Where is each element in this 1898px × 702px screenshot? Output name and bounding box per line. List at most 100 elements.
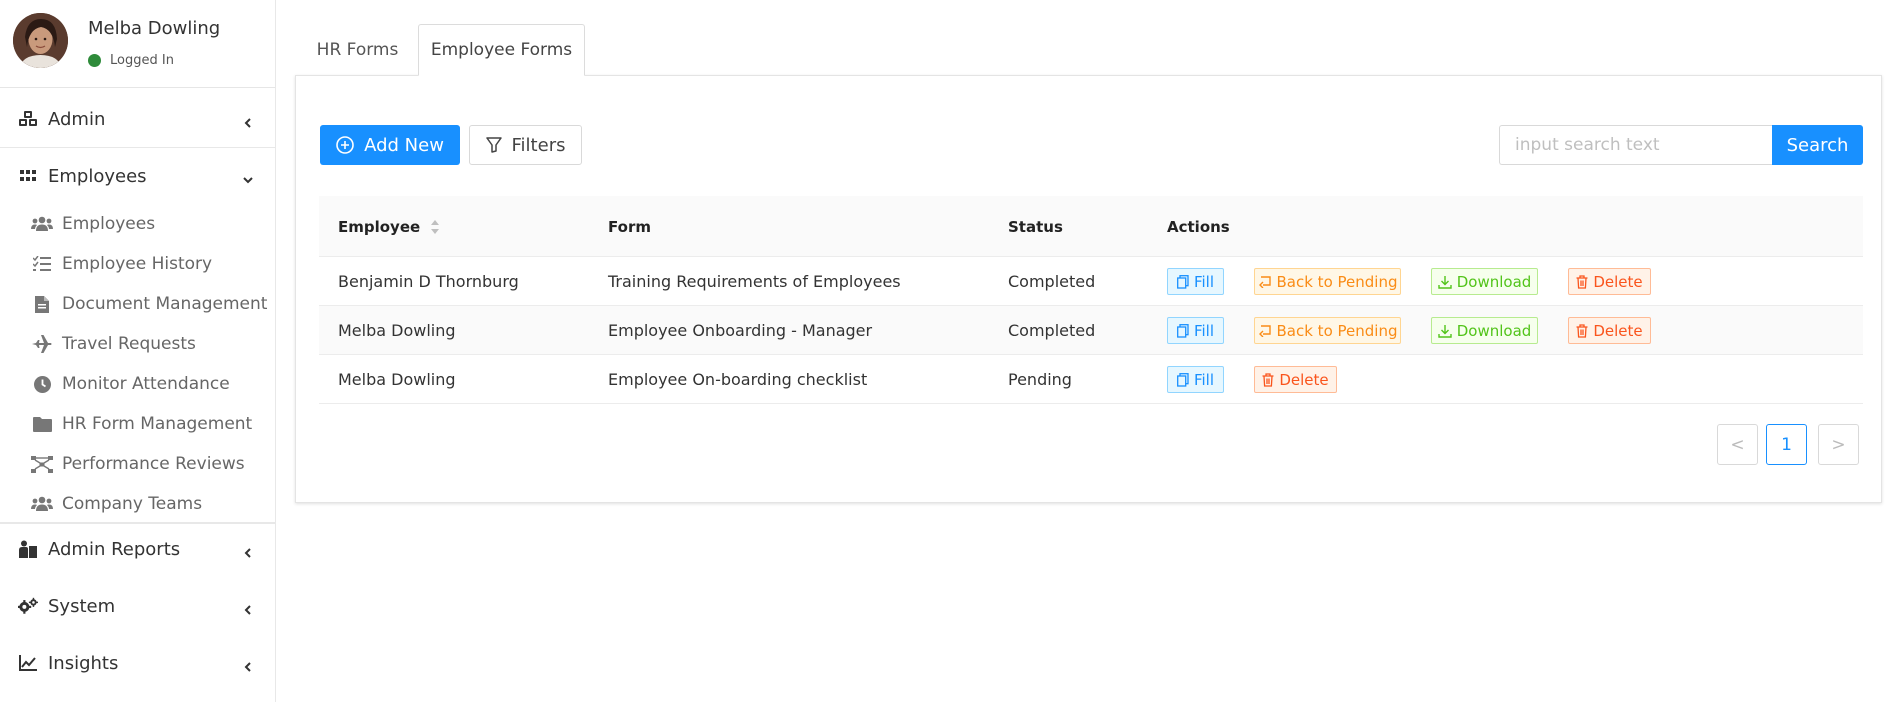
sidebar: Melba Dowling Logged In Admin Employees …	[0, 0, 276, 702]
user-status-label: Logged In	[110, 53, 174, 68]
sidebar-item-employees[interactable]: Employees	[0, 148, 276, 204]
delete-label: Delete	[1593, 272, 1643, 291]
cell-employee: Benjamin D Thornburg	[338, 272, 519, 291]
fill-button[interactable]: Fill	[1167, 317, 1224, 344]
tab-hr-forms[interactable]: HR Forms	[295, 24, 420, 76]
clock-icon	[31, 374, 53, 394]
network-icon	[31, 454, 53, 474]
table-row: Melba Dowling Employee On-boarding check…	[319, 355, 1863, 404]
sidebar-subitem-label: Performance Reviews	[62, 454, 245, 474]
tab-label: HR Forms	[316, 40, 399, 60]
sidebar-subitem-hr-form-management[interactable]: HR Form Management	[0, 406, 276, 442]
fill-button[interactable]: Fill	[1167, 366, 1224, 393]
chevron-left-icon	[242, 113, 254, 128]
add-new-button[interactable]: Add New	[320, 125, 460, 165]
column-header-actions: Actions	[1167, 217, 1230, 236]
user-panel: Melba Dowling Logged In	[0, 0, 275, 88]
pagination-prev-button[interactable]: <	[1717, 424, 1758, 465]
sidebar-item-label: Employees	[48, 165, 147, 187]
pagination-next-button[interactable]: >	[1818, 424, 1859, 465]
download-label: Download	[1456, 321, 1532, 340]
search-button[interactable]: Search	[1772, 125, 1863, 165]
sidebar-item-admin-reports[interactable]: Admin Reports	[0, 521, 276, 577]
tab-employee-forms[interactable]: Employee Forms	[418, 24, 585, 76]
trash-icon	[1262, 372, 1274, 387]
search-label: Search	[1786, 134, 1849, 156]
sidebar-subitem-document-management[interactable]: Document Management	[0, 286, 276, 322]
chevron-left-icon	[242, 657, 254, 672]
sidebar-subitem-employee-history[interactable]: Employee History	[0, 246, 276, 282]
rollback-icon	[1258, 275, 1272, 288]
download-label: Download	[1456, 272, 1532, 291]
chevron-left-icon	[242, 600, 254, 615]
sidebar-item-admin[interactable]: Admin	[0, 91, 276, 147]
filters-button[interactable]: Filters	[469, 125, 582, 165]
file-icon	[31, 294, 53, 314]
download-button[interactable]: Download	[1431, 317, 1538, 344]
rollback-icon	[1258, 324, 1272, 337]
cell-form: Training Requirements of Employees	[608, 272, 901, 291]
fill-label: Fill	[1193, 272, 1215, 291]
sidebar-subitem-label: Document Management	[62, 294, 268, 314]
list-check-icon	[31, 254, 53, 274]
cell-status: Completed	[1008, 321, 1096, 340]
grid-icon	[18, 166, 38, 186]
sidebar-subitem-employees[interactable]: Employees	[0, 206, 276, 242]
sidebar-subitem-company-teams[interactable]: Company Teams	[0, 486, 276, 522]
reports-icon	[18, 539, 38, 559]
pagination-page-1[interactable]: 1	[1766, 424, 1807, 465]
back-to-pending-button[interactable]: Back to Pending	[1254, 317, 1401, 344]
download-icon	[1438, 324, 1452, 338]
plus-circle-icon	[336, 136, 354, 154]
delete-label: Delete	[1593, 321, 1643, 340]
filters-label: Filters	[511, 134, 566, 156]
filter-icon	[485, 137, 502, 153]
sidebar-item-label: System	[48, 595, 116, 617]
gears-icon	[18, 596, 38, 616]
sidebar-item-system[interactable]: System	[0, 578, 276, 634]
sidebar-subitem-label: Employees	[62, 214, 156, 234]
delete-button[interactable]: Delete	[1568, 268, 1651, 295]
search-input[interactable]	[1499, 125, 1773, 165]
sidebar-subitem-label: HR Form Management	[62, 414, 253, 434]
sidebar-subitem-label: Company Teams	[62, 494, 203, 514]
avatar[interactable]	[13, 13, 68, 68]
copy-icon	[1177, 372, 1189, 387]
trash-icon	[1576, 274, 1588, 289]
copy-icon	[1177, 274, 1189, 289]
app-root: Melba Dowling Logged In Admin Employees …	[0, 0, 1898, 702]
delete-button[interactable]: Delete	[1568, 317, 1651, 344]
column-header-employee[interactable]: Employee	[338, 196, 440, 257]
sidebar-item-insights[interactable]: Insights	[0, 635, 276, 691]
delete-label: Delete	[1279, 370, 1329, 389]
sidebar-item-label: Admin Reports	[48, 538, 181, 560]
sort-icon[interactable]	[430, 219, 440, 235]
sidebar-subitem-monitor-attendance[interactable]: Monitor Attendance	[0, 366, 276, 402]
cell-status: Pending	[1008, 370, 1072, 389]
sidebar-subitem-label: Travel Requests	[62, 334, 196, 354]
chevron-down-icon	[242, 170, 254, 184]
users-icon	[31, 214, 53, 234]
user-name: Melba Dowling	[88, 18, 221, 39]
fill-button[interactable]: Fill	[1167, 268, 1224, 295]
sidebar-subitem-travel-requests[interactable]: Travel Requests	[0, 326, 276, 362]
back-to-pending-button[interactable]: Back to Pending	[1254, 268, 1401, 295]
tab-label: Employee Forms	[430, 40, 573, 60]
cell-employee: Melba Dowling	[338, 370, 456, 389]
line-chart-icon	[18, 653, 38, 673]
fill-label: Fill	[1193, 321, 1215, 340]
sidebar-item-label: Insights	[48, 652, 119, 674]
back-to-pending-label: Back to Pending	[1276, 272, 1398, 291]
sidebar-subitem-performance-reviews[interactable]: Performance Reviews	[0, 446, 276, 482]
cubes-icon	[18, 109, 38, 129]
table-row: Benjamin D Thornburg Training Requiremen…	[319, 257, 1863, 306]
chevron-left-icon	[242, 543, 254, 558]
column-header-form: Form	[608, 217, 651, 236]
column-header-label: Employee	[338, 217, 421, 236]
download-button[interactable]: Download	[1431, 268, 1538, 295]
folder-icon	[31, 414, 53, 434]
cell-employee: Melba Dowling	[338, 321, 456, 340]
delete-button[interactable]: Delete	[1254, 366, 1337, 393]
add-new-label: Add New	[364, 134, 444, 156]
cell-form: Employee Onboarding - Manager	[608, 321, 873, 340]
